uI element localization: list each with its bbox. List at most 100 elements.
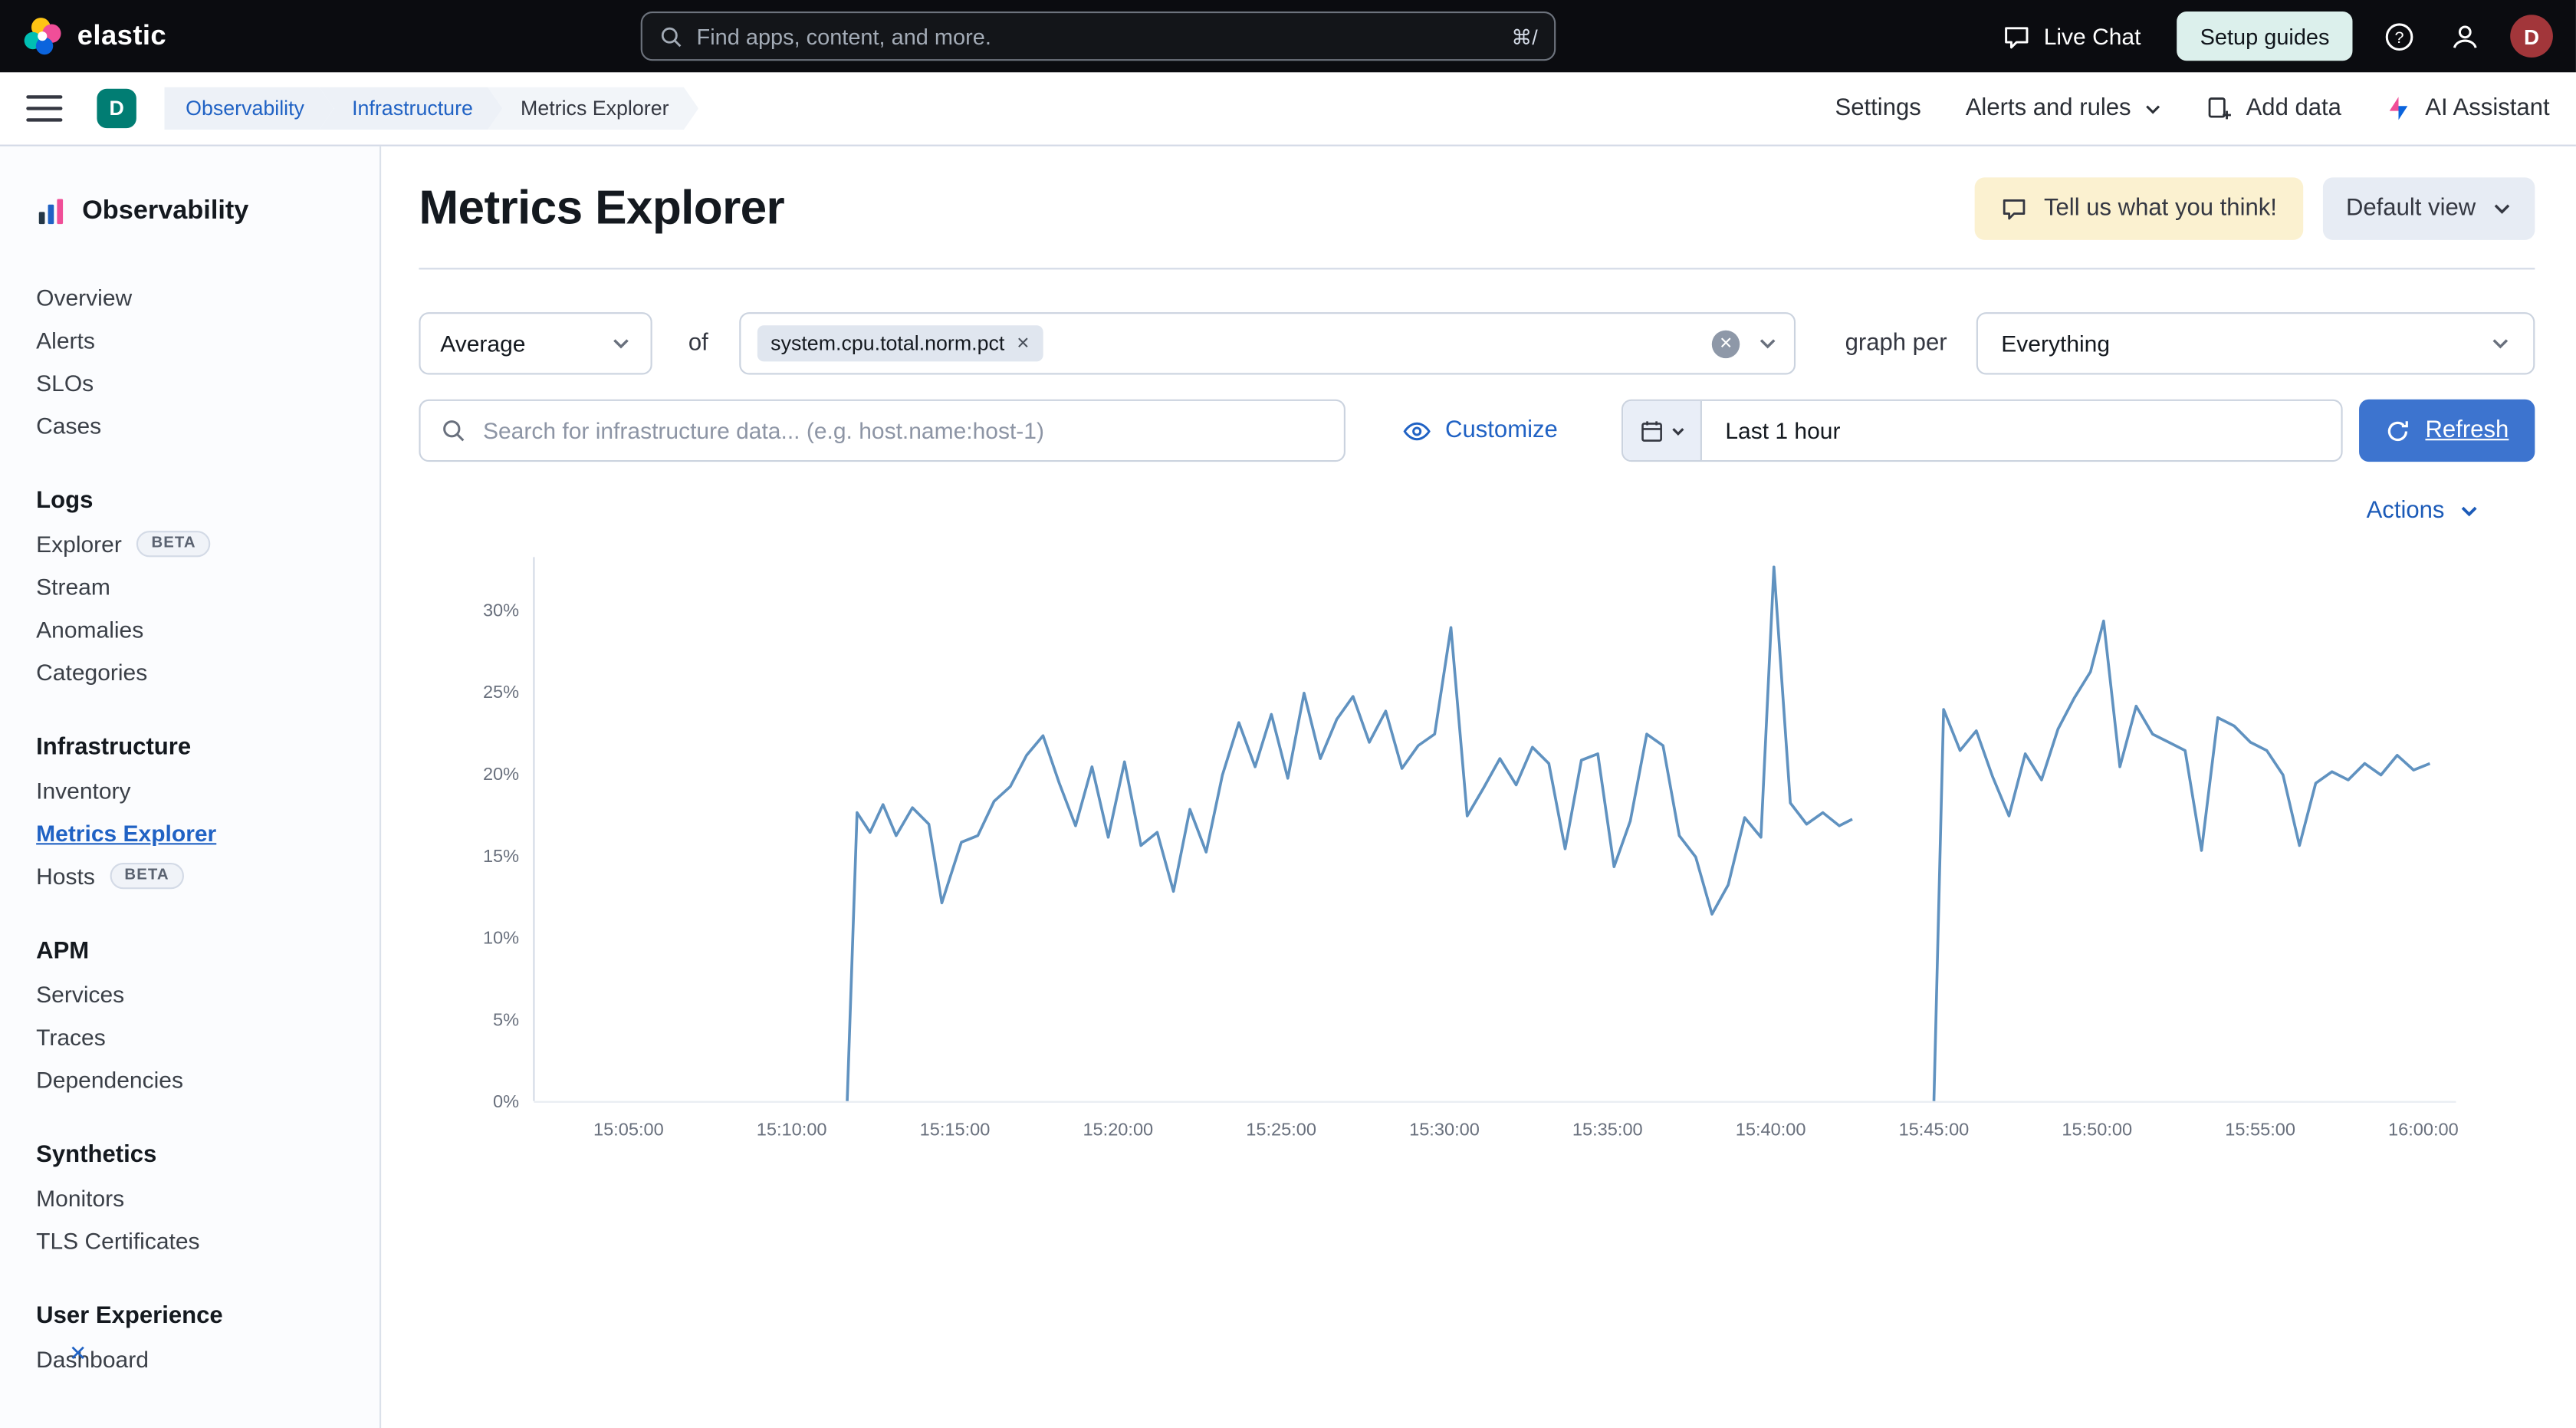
sidebar-item-label: Overview [36, 284, 133, 311]
remove-metric-icon[interactable]: ✕ [1016, 334, 1030, 353]
sidebar-item-label: Categories [36, 659, 148, 686]
view-select-label: Default view [2345, 195, 2476, 222]
sidebar-item-metrics-explorer[interactable]: Metrics Explorer [0, 812, 380, 855]
main-content: Metrics Explorer Tell us what you think!… [381, 146, 2576, 1428]
line-chart: 0% 5% 10% 15% 20% 25% 30% 15:05:00 15:10:00 15:15… [483, 557, 2459, 1140]
menu-button[interactable] [26, 95, 63, 122]
group-by-select[interactable]: Everything [1976, 312, 2535, 375]
add-data-link[interactable]: Add data [2206, 95, 2341, 122]
sidebar-section-logs: Logs [36, 488, 94, 515]
sidebar-item-stream[interactable]: Stream [0, 565, 380, 608]
sidebar-item-services[interactable]: Services [0, 973, 380, 1016]
view-select-button[interactable]: Default view [2322, 177, 2535, 240]
alerts-and-rules-menu[interactable]: Alerts and rules [1966, 95, 2163, 122]
sidebar-item-overview[interactable]: Overview [0, 276, 380, 319]
customize-label: Customize [1445, 417, 1558, 444]
chevron-down-icon [2490, 334, 2510, 354]
actions-label: Actions [2366, 498, 2445, 525]
user-avatar[interactable]: D [2510, 15, 2553, 58]
infrastructure-search-input[interactable]: Search for infrastructure data... (e.g. … [419, 399, 1346, 462]
of-label: of [688, 330, 708, 357]
help-button[interactable]: ? [2379, 16, 2418, 55]
customize-button[interactable]: Customize [1392, 415, 1567, 446]
sidebar-item-slos[interactable]: SLOs [0, 361, 380, 404]
x-tick-label: 15:50:00 [2062, 1120, 2132, 1140]
sidebar-title: Observability [36, 191, 380, 234]
sidebar-item-anomalies[interactable]: Anomalies [0, 608, 380, 651]
ai-assistant-link[interactable]: AI Assistant [2386, 95, 2550, 122]
ai-assistant-icon [2386, 95, 2412, 121]
global-search-input[interactable]: Find apps, content, and more. ⌘/ [640, 11, 1556, 61]
sidebar-item-explorer[interactable]: Explorer BETA [0, 522, 380, 565]
metric-combobox[interactable]: system.cpu.total.norm.pct ✕ ✕ [739, 312, 1796, 375]
help-icon: ? [2383, 21, 2414, 52]
brand[interactable]: elastic [23, 16, 166, 55]
time-range-value[interactable]: Last 1 hour [1702, 417, 1840, 443]
x-tick-label: 15:25:00 [1246, 1120, 1316, 1140]
aggregation-select[interactable]: Average [419, 312, 652, 375]
sidebar-section-infrastructure: Infrastructure [36, 734, 192, 762]
sidebar-item-label: Stream [36, 573, 110, 600]
sidebar-item-traces[interactable]: Traces [0, 1015, 380, 1058]
quick-select-button[interactable] [1623, 400, 1703, 460]
y-tick-label: 5% [493, 1009, 519, 1029]
breadcrumb-observability[interactable]: Observability [164, 87, 334, 130]
metric-controls: Average of system.cpu.total.norm.pct ✕ ✕… [419, 312, 2535, 375]
x-tick-label: 15:10:00 [757, 1120, 827, 1140]
live-chat-button[interactable]: Live Chat [1993, 21, 2150, 52]
ai-assistant-label: AI Assistant [2425, 95, 2550, 122]
actions-menu[interactable]: Actions [2357, 496, 2489, 526]
search-icon [659, 24, 683, 48]
sidebar-item-label: SLOs [36, 370, 94, 396]
metrics-chart[interactable]: 0% 5% 10% 15% 20% 25% 30% 15:05:00 15:10:00 15:15… [419, 536, 2535, 1160]
sidebar-item-hosts[interactable]: Hosts BETA [0, 854, 380, 897]
sidebar-section-user-experience: User Experience [36, 1303, 223, 1330]
chevron-down-icon[interactable] [1758, 334, 1778, 354]
add-data-icon [2206, 95, 2233, 121]
setup-guides-button[interactable]: Setup guides [2177, 11, 2353, 61]
sidebar-section-apm: APM [36, 938, 90, 965]
sidebar-item-tls-certificates[interactable]: TLS Certificates [0, 1219, 380, 1262]
beta-badge: BETA [110, 863, 184, 889]
sidebar-item-dependencies[interactable]: Dependencies [0, 1058, 380, 1101]
sidebar-item-label: Traces [36, 1023, 106, 1051]
elastic-logo-icon [23, 16, 62, 55]
sidebar-item-monitors[interactable]: Monitors [0, 1176, 380, 1219]
refresh-button[interactable]: Refresh [2360, 399, 2535, 462]
filter-controls: Search for infrastructure data... (e.g. … [419, 399, 2535, 462]
user-settings-button[interactable] [2444, 16, 2483, 55]
metric-tag[interactable]: system.cpu.total.norm.pct ✕ [757, 325, 1043, 362]
sidebar-item-label: Monitors [36, 1184, 125, 1212]
settings-link[interactable]: Settings [1835, 95, 1921, 121]
search-icon [440, 417, 466, 443]
clear-all-icon[interactable]: ✕ [1711, 329, 1740, 358]
metric-tag-label: system.cpu.total.norm.pct [770, 331, 1005, 355]
sidebar-item-cases[interactable]: Cases [0, 404, 380, 447]
x-tick-label: 15:30:00 [1409, 1120, 1480, 1140]
collapse-sidenav-icon[interactable]: ✕ [69, 1341, 87, 1367]
feedback-button[interactable]: Tell us what you think! [1974, 177, 2304, 240]
sidebar-item-categories[interactable]: Categories [0, 651, 380, 694]
sidebar-nav: Overview Alerts SLOs Cases Logs Explorer BETA S… [0, 276, 380, 1380]
space-switcher[interactable]: D [97, 88, 136, 129]
breadcrumb-infrastructure[interactable]: Infrastructure [319, 87, 502, 130]
header-divider [419, 268, 2535, 270]
sidebar-item-alerts[interactable]: Alerts [0, 319, 380, 362]
sidebar-section-synthetics: Synthetics [36, 1142, 157, 1169]
y-tick-label: 10% [483, 928, 519, 948]
sidebar-item-dashboard[interactable]: Dashboard [0, 1338, 380, 1380]
search-shortcut-hint: ⌘/ [1511, 25, 1538, 49]
user-icon [2449, 21, 2480, 52]
sidebar-item-inventory[interactable]: Inventory [0, 769, 380, 812]
sidebar-item-label: Anomalies [36, 616, 144, 643]
breadcrumb: Observability Infrastructure Metrics Exp… [164, 87, 698, 130]
search-placeholder: Search for infrastructure data... (e.g. … [482, 417, 1044, 444]
feedback-label: Tell us what you think! [2043, 195, 2277, 222]
brand-label: elastic [77, 19, 167, 51]
svg-text:?: ? [2394, 27, 2403, 46]
sidebar-item-label: Metrics Explorer [36, 820, 217, 847]
graph-per-label: graph per [1845, 330, 1947, 357]
secondary-toolbar: D Observability Infrastructure Metrics E… [0, 72, 2576, 146]
y-tick-label: 15% [483, 846, 519, 866]
date-picker: Last 1 hour [1622, 399, 2344, 462]
